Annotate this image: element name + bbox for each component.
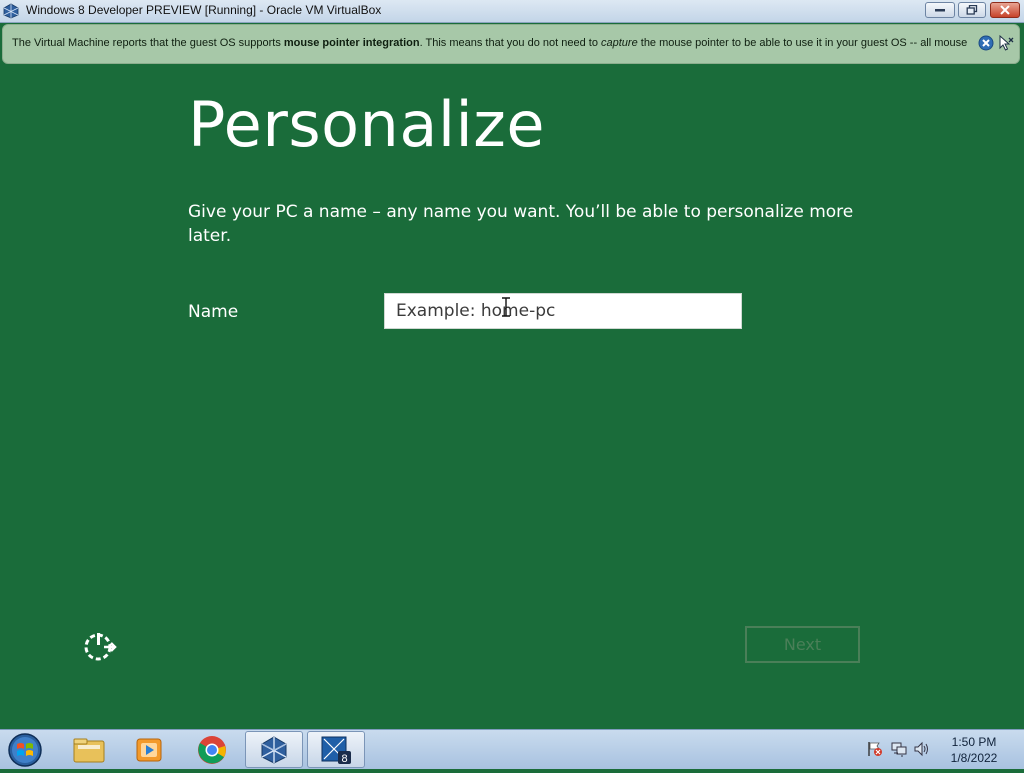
taskbar-chrome[interactable]: [183, 731, 241, 768]
windows-start-orb-icon[interactable]: [5, 731, 45, 769]
name-label: Name: [188, 302, 239, 322]
windows8-vm-icon: 8: [321, 736, 351, 765]
minimize-button[interactable]: [925, 2, 955, 18]
action-center-flag-icon[interactable]: [866, 741, 884, 757]
file-explorer-icon: [73, 738, 105, 762]
volume-icon[interactable]: [913, 741, 931, 757]
taskbar: 8 1:50 PM 1/8/2022: [0, 729, 1024, 769]
media-player-icon: [136, 738, 162, 761]
taskbar-windows8-vm[interactable]: 8: [307, 731, 365, 768]
notification-text: The Virtual Machine reports that the gue…: [12, 37, 968, 49]
ease-of-access-icon[interactable]: [82, 630, 118, 664]
svg-text:8: 8: [341, 753, 347, 765]
minimize-icon: [935, 9, 945, 12]
taskbar-clock[interactable]: 1:50 PM 1/8/2022: [936, 734, 1012, 766]
close-circle-icon[interactable]: [978, 35, 994, 51]
mouse-integration-icon[interactable]: [997, 34, 1015, 52]
personalize-screen: Personalize Give your PC a name – any na…: [0, 65, 1024, 729]
taskbar-media-player[interactable]: [120, 731, 178, 768]
chrome-icon: [198, 735, 226, 764]
taskbar-virtualbox[interactable]: [245, 731, 303, 768]
maximize-icon: [966, 5, 978, 15]
pc-name-input[interactable]: [384, 293, 742, 329]
mouse-integration-notification: The Virtual Machine reports that the gue…: [2, 24, 1020, 64]
virtualbox-icon: [261, 735, 287, 764]
taskbar-file-explorer[interactable]: [60, 731, 118, 768]
next-button[interactable]: Next: [745, 626, 860, 663]
close-icon: [1000, 5, 1010, 15]
virtualbox-icon: [3, 3, 19, 19]
network-icon[interactable]: [890, 741, 908, 757]
window-titlebar[interactable]: Windows 8 Developer PREVIEW [Running] - …: [0, 0, 1024, 23]
page-title: Personalize: [188, 88, 545, 161]
close-button[interactable]: [990, 2, 1020, 18]
window-title: Windows 8 Developer PREVIEW [Running] - …: [26, 3, 382, 17]
personalize-description: Give your PC a name – any name you want.…: [188, 202, 854, 246]
clock-date: 1/8/2022: [950, 751, 998, 765]
clock-time: 1:50 PM: [951, 735, 997, 749]
maximize-button[interactable]: [958, 2, 986, 18]
